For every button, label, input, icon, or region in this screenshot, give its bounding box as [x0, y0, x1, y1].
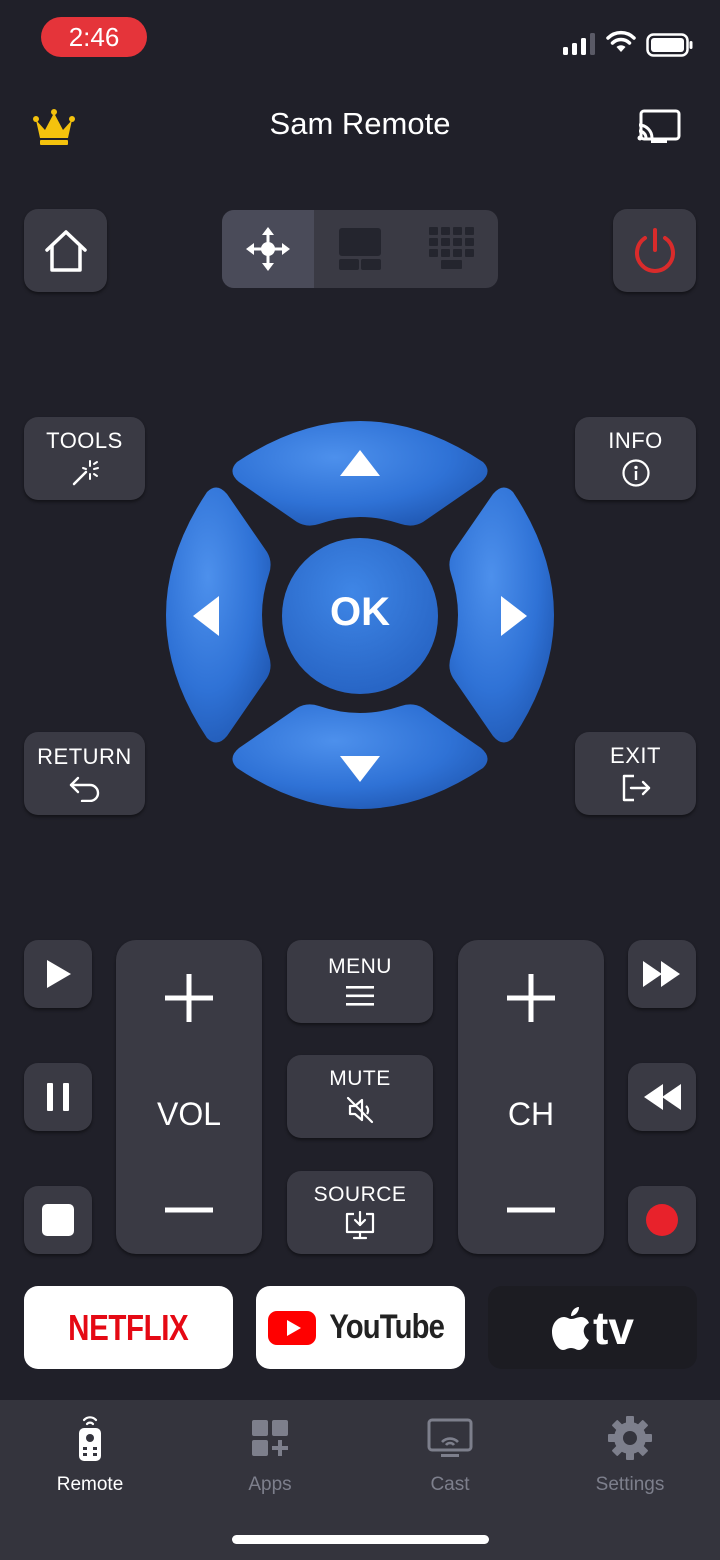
tab-cast[interactable]: Cast [360, 1414, 540, 1496]
tab-cast-label: Cast [430, 1474, 470, 1495]
gear-icon [608, 1416, 652, 1460]
channel-rocker: CH [458, 940, 604, 1254]
apple-tv-button[interactable]: tv [488, 1286, 697, 1369]
control-mode-selector [222, 210, 498, 288]
mute-icon [346, 1096, 374, 1124]
channel-up-icon[interactable] [507, 974, 555, 1022]
remote-icon [79, 1416, 101, 1461]
volume-label: VOL [156, 1095, 222, 1132]
play-icon [47, 960, 71, 988]
pause-icon [47, 1083, 69, 1111]
move-arrows-icon [246, 227, 290, 271]
power-icon [634, 227, 675, 273]
rewind-button[interactable] [628, 1063, 696, 1131]
youtube-play-icon [267, 1310, 316, 1345]
apple-tv-logo: tv [593, 1301, 634, 1354]
youtube-button[interactable]: YouTube [256, 1286, 465, 1369]
exit-label: EXIT [610, 742, 661, 768]
info-icon [621, 458, 650, 487]
page-title: Sam Remote [269, 106, 451, 141]
status-time: 2:46 [41, 17, 147, 57]
wifi-icon [606, 30, 636, 52]
volume-up-icon[interactable] [165, 974, 213, 1022]
dpad-mode-tab[interactable] [222, 210, 314, 288]
volume-rocker: VOL [116, 940, 262, 1254]
fast-forward-icon [643, 961, 680, 987]
battery-icon [646, 33, 693, 57]
tab-apps-label: Apps [248, 1474, 292, 1495]
tab-settings[interactable]: Settings [540, 1414, 720, 1496]
tools-button[interactable]: TOOLS [24, 417, 145, 500]
return-button[interactable]: RETURN [24, 732, 145, 815]
exit-icon [622, 774, 650, 801]
source-button[interactable]: SOURCE [287, 1171, 433, 1254]
netflix-button[interactable]: NETFLIX [24, 1286, 233, 1369]
stop-button[interactable] [24, 1186, 92, 1254]
tab-settings-label: Settings [595, 1474, 665, 1495]
screen-cast-icon [427, 1418, 473, 1457]
mute-button[interactable]: MUTE [287, 1055, 433, 1138]
stop-icon [42, 1204, 74, 1236]
rewind-icon [644, 1084, 681, 1110]
source-input-icon [345, 1211, 375, 1240]
tab-remote[interactable]: Remote [0, 1414, 180, 1496]
apple-logo-icon [552, 1306, 590, 1350]
home-button[interactable] [24, 209, 107, 292]
info-label: INFO [608, 427, 663, 453]
home-indicator[interactable] [232, 1535, 489, 1544]
keypad-mode-tab[interactable] [406, 210, 498, 288]
home-icon [44, 229, 87, 272]
source-label: SOURCE [313, 1183, 407, 1206]
pause-button[interactable] [24, 1063, 92, 1131]
youtube-logo: YouTube [329, 1308, 445, 1346]
mute-label: MUTE [329, 1067, 391, 1090]
tab-remote-label: Remote [56, 1474, 124, 1495]
netflix-logo: NETFLIX [68, 1306, 189, 1348]
tab-apps[interactable]: Apps [180, 1414, 360, 1496]
channel-label: CH [507, 1095, 555, 1132]
play-button[interactable] [24, 940, 92, 1008]
return-label: RETURN [37, 743, 132, 769]
tools-label: TOOLS [46, 427, 123, 453]
magic-wand-icon [72, 459, 99, 485]
touchpad-icon [339, 228, 381, 270]
return-arrow-icon [69, 776, 99, 802]
apps-grid-icon [252, 1420, 288, 1456]
fast-forward-button[interactable] [628, 940, 696, 1008]
cast-icon[interactable] [637, 109, 681, 145]
record-button[interactable] [628, 1186, 696, 1254]
cellular-signal-icon [563, 33, 595, 55]
exit-button[interactable]: EXIT [575, 732, 696, 815]
power-button[interactable] [613, 209, 696, 292]
menu-label: MENU [328, 955, 392, 978]
touchpad-mode-tab[interactable] [314, 210, 406, 288]
keypad-icon [429, 227, 474, 269]
ok-label: OK [330, 590, 390, 634]
menu-button[interactable]: MENU [287, 940, 433, 1023]
record-icon [646, 1204, 678, 1236]
hamburger-icon [346, 986, 374, 1006]
volume-down-icon[interactable] [165, 1206, 213, 1214]
channel-down-icon[interactable] [507, 1206, 555, 1214]
info-button[interactable]: INFO [575, 417, 696, 500]
